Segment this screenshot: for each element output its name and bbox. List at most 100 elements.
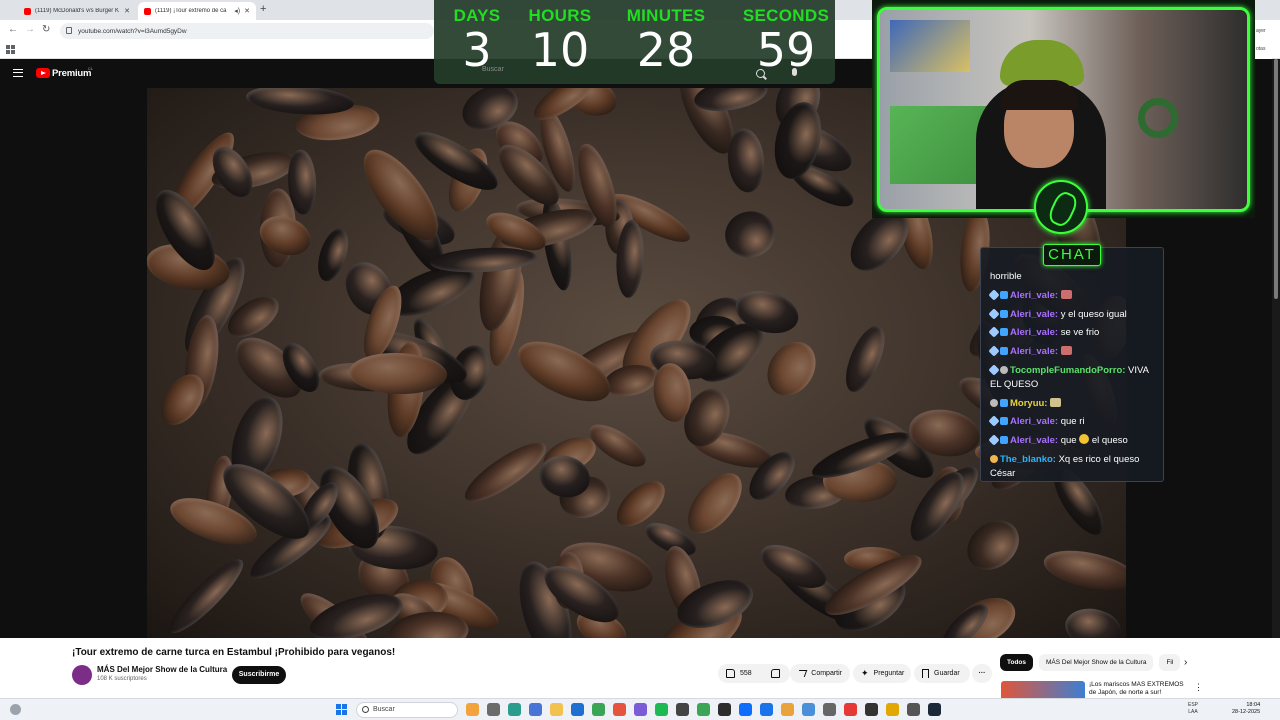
chip-todos[interactable]: Todos: [1000, 654, 1034, 671]
youtube-search-input[interactable]: Buscar: [482, 66, 504, 73]
taskbar-app-icon[interactable]: [886, 703, 899, 716]
chat-username: Aleri_vale:: [1010, 416, 1059, 427]
chat-message: Aleri_vale: que ri: [988, 415, 1162, 429]
taskbar-app-icon[interactable]: [823, 703, 836, 716]
taskbar-app-icon[interactable]: [592, 703, 605, 716]
timer-days: DAYS 3: [440, 6, 514, 74]
taskbar-app-icon[interactable]: [865, 703, 878, 716]
sword-badge-icon: [988, 364, 1000, 376]
taskbar-app-icon[interactable]: [508, 703, 521, 716]
taskbar-app-icon[interactable]: [529, 703, 542, 716]
sword-badge-icon: [988, 415, 1000, 427]
gem-badge-icon: [1000, 417, 1008, 425]
timer-value: 59: [756, 23, 816, 77]
youtube-logo-icon[interactable]: [36, 68, 50, 78]
hamburger-menu-icon[interactable]: [13, 69, 23, 77]
tab-mcdonalds[interactable]: (1119) McDonald's v/s Burger K ✕: [18, 2, 136, 20]
windows-taskbar: Buscar ESP LAA 18:04 28-12-2025: [0, 698, 1280, 720]
channel-avatar[interactable]: [72, 665, 92, 685]
taskbar-app-icon[interactable]: [739, 703, 752, 716]
chat-title: CHAT: [1043, 244, 1101, 266]
edge-label: otas: [1256, 46, 1266, 52]
more-actions-button[interactable]: ···: [972, 664, 992, 683]
taskbar-app-icon[interactable]: [676, 703, 689, 716]
share-button[interactable]: Compartir: [790, 664, 850, 683]
reload-icon[interactable]: ↻: [42, 24, 50, 35]
forward-icon[interactable]: →: [25, 24, 35, 35]
sword-badge-icon: [988, 289, 1000, 301]
back-icon[interactable]: ←: [8, 24, 18, 35]
share-icon: [796, 670, 808, 677]
taskbar-app-icon[interactable]: [907, 703, 920, 716]
clock-time: 18:04: [1246, 702, 1261, 708]
gem-badge-icon: [1000, 291, 1008, 299]
mussel-shape: [724, 127, 767, 194]
taskbar-search-input[interactable]: Buscar: [356, 702, 458, 718]
chat-text: que: [1060, 435, 1077, 446]
windows-start-icon[interactable]: [336, 704, 347, 715]
taskbar-app-icon[interactable]: [718, 703, 731, 716]
timer-seconds: SECONDS 59: [740, 6, 832, 74]
tab-label: (1119) ¡Tour extremo de ca: [155, 8, 227, 14]
taskbar-app-icon[interactable]: [571, 703, 584, 716]
clock-date: 28-12-2025: [1232, 709, 1261, 715]
microphone-icon[interactable]: [792, 68, 797, 76]
taskbar-app-icon[interactable]: [760, 703, 773, 716]
kebab-menu-icon[interactable]: ⋮: [1194, 682, 1203, 693]
taskbar-app-icon[interactable]: [802, 703, 815, 716]
chip-channel[interactable]: MÁS Del Mejor Show de la Cultura: [1039, 654, 1154, 671]
like-count[interactable]: 558: [740, 670, 752, 677]
close-tab-icon[interactable]: ✕: [124, 7, 130, 15]
mussel-shape: [838, 320, 893, 397]
browser-edge-panel: [1255, 20, 1272, 60]
chat-message: Aleri_vale:: [988, 289, 1162, 303]
gem-badge-icon: [1000, 347, 1008, 355]
taskbar-app-icon[interactable]: [928, 703, 941, 716]
taskbar-app-icon[interactable]: [466, 703, 479, 716]
taskbar-app-icon[interactable]: [613, 703, 626, 716]
taskbar-app-icon[interactable]: [487, 703, 500, 716]
mussel-shape: [162, 551, 251, 638]
tab-tour-extremo[interactable]: (1119) ¡Tour extremo de ca ◂) ✕: [138, 2, 256, 20]
taskbar-app-icon[interactable]: [697, 703, 710, 716]
site-info-icon[interactable]: [66, 27, 72, 34]
recommendation-title[interactable]: ¡Los mariscos MÁS EXTREMOS de Japón, de …: [1089, 681, 1189, 698]
edge-label: ayer: [1256, 28, 1266, 34]
search-icon[interactable]: [756, 69, 765, 78]
save-button[interactable]: Guardar: [914, 664, 970, 683]
gem-badge-icon: [1000, 328, 1008, 336]
recommendation-thumbnail[interactable]: [1001, 681, 1085, 698]
emote-icon: [1060, 346, 1072, 355]
chat-message: Moryuu:: [990, 397, 1162, 411]
audio-icon[interactable]: ◂): [234, 7, 240, 15]
youtube-premium-label[interactable]: Premium: [52, 68, 91, 79]
language-indicator[interactable]: ESP LAA: [1188, 702, 1198, 716]
chat-message: Aleri_vale: que el queso: [988, 434, 1162, 448]
subscribe-button[interactable]: Suscribirme: [232, 666, 286, 684]
apps-grid-icon[interactable]: [6, 45, 15, 54]
system-clock[interactable]: 18:04 28-12-2025: [1232, 702, 1260, 716]
scrollbar-thumb[interactable]: [1274, 59, 1278, 299]
new-tab-icon[interactable]: +: [260, 3, 266, 15]
url-field[interactable]: youtube.com/watch?v=l3Aumd5gyDw: [60, 23, 434, 39]
timer-minutes: MINUTES 28: [620, 6, 712, 74]
weather-icon[interactable]: [10, 704, 21, 715]
chevron-right-icon[interactable]: ›: [1184, 657, 1187, 668]
channel-name[interactable]: MÁS Del Mejor Show de la Cultura: [97, 665, 227, 674]
taskbar-app-icon[interactable]: [655, 703, 668, 716]
page-scrollbar[interactable]: [1272, 59, 1280, 639]
mussel-shape: [429, 245, 538, 275]
taskbar-app-icon[interactable]: [781, 703, 794, 716]
taskbar-app-icon[interactable]: [550, 703, 563, 716]
taskbar-app-icon[interactable]: [844, 703, 857, 716]
save-label: Guardar: [934, 670, 960, 677]
taskbar-app-icon[interactable]: [634, 703, 647, 716]
chip-more[interactable]: Fil: [1159, 654, 1181, 671]
close-tab-icon[interactable]: ✕: [244, 7, 250, 15]
ask-button[interactable]: ✦ Preguntar: [853, 664, 911, 683]
like-icon[interactable]: [726, 669, 735, 678]
chat-message: TocompleFumandoPorro: VIVA EL QUESO: [988, 364, 1162, 392]
gem-badge-icon: [1000, 399, 1008, 407]
dislike-icon[interactable]: [770, 669, 780, 678]
chat-username: Moryuu:: [1010, 398, 1048, 409]
